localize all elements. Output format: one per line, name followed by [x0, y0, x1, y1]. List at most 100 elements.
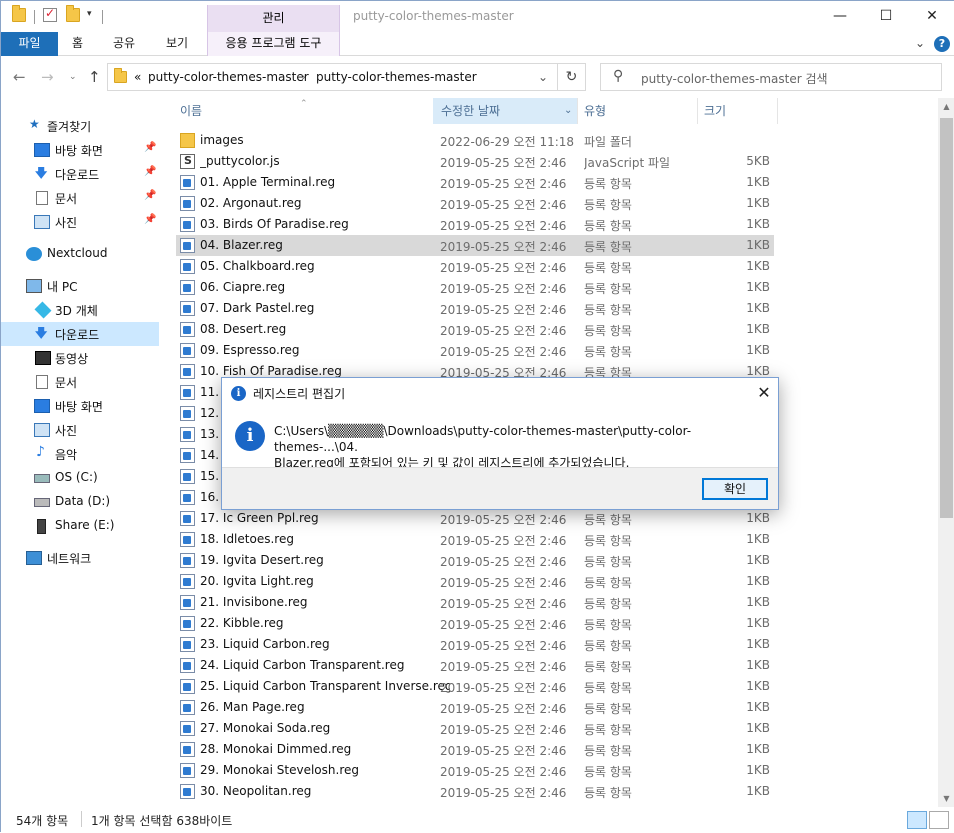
file-row[interactable]: 07. Dark Pastel.reg 2019-05-25 오전 2:46 등록 …: [176, 298, 774, 319]
breadcrumb-item[interactable]: putty-color-themes-master: [316, 70, 477, 84]
breadcrumb-item[interactable]: putty-color-themes-master: [148, 70, 309, 84]
sidebar-item-drive-e[interactable]: Share (E:): [1, 514, 159, 538]
properties-icon[interactable]: [43, 6, 57, 22]
help-icon[interactable]: ?: [934, 36, 950, 52]
chevron-down-icon[interactable]: ⌄: [538, 70, 548, 84]
file-row[interactable]: 26. Man Page.reg 2019-05-25 오전 2:46 등록 항목 1…: [176, 697, 774, 718]
tab-file[interactable]: 파일: [1, 32, 58, 56]
sidebar-item-pictures-pinned[interactable]: 사진 📌: [1, 210, 159, 234]
column-header-date[interactable]: 수정한 날짜: [441, 98, 500, 124]
tab-share[interactable]: 공유: [113, 32, 135, 56]
minimize-button[interactable]: —: [817, 1, 863, 32]
recent-locations-icon[interactable]: ⌄: [69, 72, 77, 82]
search-input[interactable]: ⚲ putty-color-themes-master 검색: [600, 63, 942, 91]
sidebar-item-this-pc[interactable]: 내 PC: [1, 274, 159, 298]
file-name: 17. Ic Green Ppl.reg: [200, 511, 319, 525]
pin-icon[interactable]: 📌: [144, 166, 156, 177]
forward-icon[interactable]: →: [41, 68, 54, 86]
file-row[interactable]: 20. Igvita Light.reg 2019-05-25 오전 2:46 등록…: [176, 571, 774, 592]
file-row[interactable]: images 2022-06-29 오전 11:18 파일 폴더: [176, 130, 774, 151]
tab-view[interactable]: 보기: [166, 32, 188, 56]
chevron-right-icon[interactable]: ›: [301, 70, 306, 84]
sidebar-item-pictures[interactable]: 사진: [1, 418, 159, 442]
file-row[interactable]: _puttycolor.js 2019-05-25 오전 2:46 JavaScri…: [176, 151, 774, 172]
scroll-down-icon[interactable]: ▼: [938, 790, 954, 807]
sidebar-item-quick-access[interactable]: ★ 즐겨찾기: [1, 114, 159, 138]
vertical-scrollbar[interactable]: ▲ ▼: [938, 98, 954, 807]
customize-quick-access-icon[interactable]: ▾: [87, 9, 92, 19]
info-icon: i: [235, 421, 265, 451]
sidebar-item-desktop-pinned[interactable]: 바탕 화면 📌: [1, 138, 159, 162]
file-row[interactable]: 03. Birds Of Paradise.reg 2019-05-25 오전 2…: [176, 214, 774, 235]
expand-ribbon-icon[interactable]: ⌄: [915, 36, 925, 50]
pin-icon[interactable]: 📌: [144, 190, 156, 201]
file-row[interactable]: 21. Invisibone.reg 2019-05-25 오전 2:46 등록 항…: [176, 592, 774, 613]
sidebar-item-desktop[interactable]: 바탕 화면: [1, 394, 159, 418]
file-row[interactable]: 05. Chalkboard.reg 2019-05-25 오전 2:46 등록 항…: [176, 256, 774, 277]
column-divider[interactable]: [777, 98, 778, 124]
sidebar-item-drive-c[interactable]: OS (C:): [1, 466, 159, 490]
dialog-close-button[interactable]: ✕: [752, 381, 776, 405]
pin-icon[interactable]: 📌: [144, 214, 156, 225]
file-row[interactable]: 27. Monokai Soda.reg 2019-05-25 오전 2:46 등록…: [176, 718, 774, 739]
sidebar-item-music[interactable]: ♪ 음악: [1, 442, 159, 466]
sidebar-item-3d-objects[interactable]: 3D 개체: [1, 298, 159, 322]
sidebar-item-videos[interactable]: 동영상: [1, 346, 159, 370]
column-header-size[interactable]: 크기: [704, 98, 726, 124]
column-header-name[interactable]: 이름: [180, 98, 202, 124]
sidebar-item-downloads-pinned[interactable]: 🡇 다운로드 📌: [1, 162, 159, 186]
sidebar-item-documents-pinned[interactable]: 문서 📌: [1, 186, 159, 210]
explorer-window: ▾ 관리 putty-color-themes-master — ☐ ✕ 파일 …: [0, 0, 954, 833]
sidebar-item-network[interactable]: 네트워크: [1, 546, 159, 570]
file-row[interactable]: 19. Igvita Desert.reg 2019-05-25 오전 2:46 등…: [176, 550, 774, 571]
back-icon[interactable]: ←: [13, 68, 26, 86]
file-name: 04. Blazer.reg: [200, 238, 283, 252]
file-type: 등록 항목: [584, 513, 632, 527]
sidebar-item-documents[interactable]: 문서: [1, 370, 159, 394]
up-icon[interactable]: ↑: [88, 68, 101, 86]
scroll-thumb[interactable]: [940, 118, 953, 518]
sort-chevron-icon[interactable]: ⌄: [564, 98, 572, 124]
file-row[interactable]: 18. Idletoes.reg 2019-05-25 오전 2:46 등록 항목 1…: [176, 529, 774, 550]
tab-home[interactable]: 홈: [72, 32, 83, 56]
file-row[interactable]: 04. Blazer.reg 2019-05-25 오전 2:46 등록 항목 1KB: [176, 235, 774, 256]
file-row[interactable]: 30. Neopolitan.reg 2019-05-25 오전 2:46 등록 항…: [176, 781, 774, 802]
reg-file-icon: [180, 658, 195, 673]
close-button[interactable]: ✕: [909, 1, 954, 32]
file-row[interactable]: 28. Monokai Dimmed.reg 2019-05-25 오전 2:46…: [176, 739, 774, 760]
file-size: 1KB: [746, 616, 770, 630]
breadcrumb-overflow[interactable]: «: [134, 70, 141, 84]
details-view-icon[interactable]: [907, 811, 927, 829]
file-row[interactable]: 09. Espresso.reg 2019-05-25 오전 2:46 등록 항목 1…: [176, 340, 774, 361]
drive-c-icon: [34, 474, 50, 483]
file-row[interactable]: 24. Liquid Carbon Transparent.reg 2019-05…: [176, 655, 774, 676]
file-row[interactable]: 08. Desert.reg 2019-05-25 오전 2:46 등록 항목 1KB: [176, 319, 774, 340]
pin-icon[interactable]: 📌: [144, 142, 156, 153]
file-row[interactable]: 22. Kibble.reg 2019-05-25 오전 2:46 등록 항목 1KB: [176, 613, 774, 634]
large-icons-view-icon[interactable]: [929, 811, 949, 829]
address-bar[interactable]: « putty-color-themes-master › putty-colo…: [107, 63, 558, 91]
column-divider[interactable]: [697, 98, 698, 124]
ok-button[interactable]: 확인: [702, 478, 768, 500]
context-tab-manage[interactable]: 관리: [207, 5, 340, 32]
tab-application-tools[interactable]: 응용 프로그램 도구: [207, 32, 340, 56]
file-name: 02. Argonaut.reg: [200, 196, 302, 210]
file-row[interactable]: 06. Ciapre.reg 2019-05-25 오전 2:46 등록 항목 1KB: [176, 277, 774, 298]
scroll-up-icon[interactable]: ▲: [938, 98, 954, 115]
file-date: 2019-05-25 오전 2:46: [440, 198, 567, 212]
sidebar-item-drive-d[interactable]: Data (D:): [1, 490, 159, 514]
file-row[interactable]: 23. Liquid Carbon.reg 2019-05-25 오전 2:46 등…: [176, 634, 774, 655]
file-row[interactable]: 17. Ic Green Ppl.reg 2019-05-25 오전 2:46 등록…: [176, 508, 774, 529]
sidebar-item-nextcloud[interactable]: Nextcloud: [1, 242, 159, 266]
file-row[interactable]: 01. Apple Terminal.reg 2019-05-25 오전 2:46…: [176, 172, 774, 193]
file-row[interactable]: 29. Monokai Stevelosh.reg 2019-05-25 오전 2…: [176, 760, 774, 781]
sidebar-item-label: 3D 개체: [55, 304, 98, 318]
new-folder-icon[interactable]: [66, 5, 80, 22]
maximize-button[interactable]: ☐: [863, 1, 909, 32]
column-divider[interactable]: [577, 98, 578, 124]
refresh-button[interactable]: ↻: [558, 63, 586, 91]
file-row[interactable]: 25. Liquid Carbon Transparent Inverse.re…: [176, 676, 774, 697]
sidebar-item-downloads[interactable]: 🡇 다운로드: [1, 322, 159, 346]
column-header-type[interactable]: 유형: [584, 98, 606, 124]
file-row[interactable]: 02. Argonaut.reg 2019-05-25 오전 2:46 등록 항목 1…: [176, 193, 774, 214]
